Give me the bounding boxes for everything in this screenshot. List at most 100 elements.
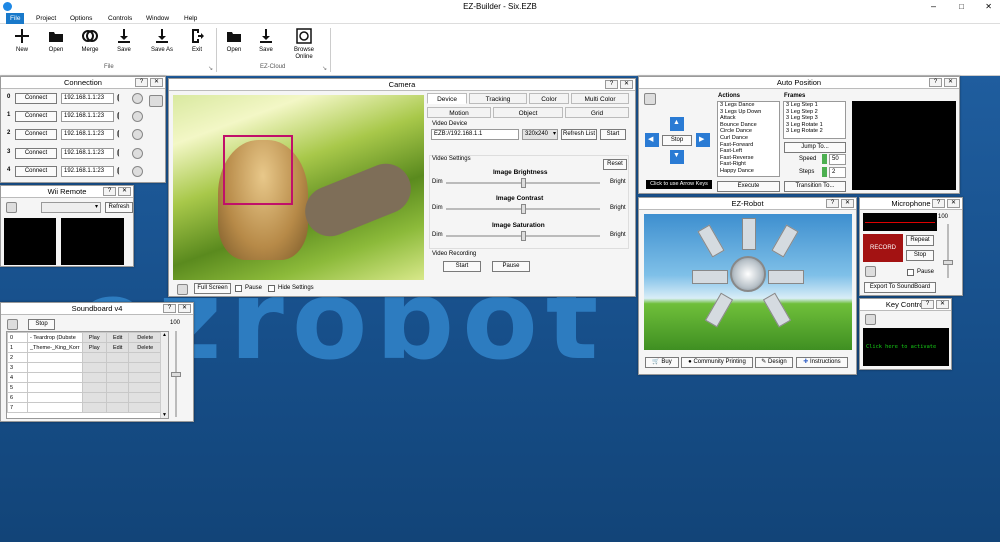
action-item[interactable]: 3 Legs Dance <box>720 102 779 109</box>
arrow-keys-hint[interactable]: Click to use Arrow Keys <box>646 180 712 189</box>
action-item[interactable]: 3 Legs Up Down <box>720 109 779 116</box>
actions-list[interactable]: 3 Legs Dance 3 Legs Up Down Attack Bounce D… <box>717 101 780 177</box>
tab-motion[interactable]: Motion <box>427 107 491 118</box>
repeat-button[interactable]: Repeat <box>906 235 934 246</box>
pause-checkbox[interactable] <box>235 285 242 292</box>
chevron-down-icon[interactable]: ▼ <box>162 412 167 418</box>
sound-name[interactable] <box>27 372 83 383</box>
menu-controls[interactable]: Controls <box>104 13 136 24</box>
refresh-button[interactable]: Refresh <box>105 202 133 213</box>
speed-stepper-icon[interactable] <box>822 154 827 164</box>
delete-button[interactable] <box>128 362 162 373</box>
play-button[interactable] <box>81 362 107 373</box>
help-icon[interactable]: ? <box>932 199 945 208</box>
delete-button[interactable] <box>128 382 162 393</box>
action-item[interactable]: Bounce Dance <box>720 122 779 129</box>
brightness-slider[interactable] <box>446 178 600 188</box>
edit-button[interactable]: Edit <box>105 332 130 343</box>
wii-device-select[interactable]: ▾ <box>41 202 101 213</box>
play-button[interactable] <box>81 402 107 413</box>
arrow-down-button[interactable]: ▼ <box>670 150 684 164</box>
tab-grid[interactable]: Grid <box>565 107 629 118</box>
play-button[interactable] <box>81 352 107 363</box>
help-icon[interactable]: ? <box>929 78 942 87</box>
sound-row[interactable]: 7 <box>7 402 162 413</box>
stop-button[interactable]: Stop <box>662 135 692 146</box>
buy-button[interactable]: 🛒 Buy <box>645 357 679 368</box>
browse-online-button[interactable]: Browse Online <box>288 28 320 61</box>
edit-button[interactable] <box>105 352 130 363</box>
connect-button[interactable]: Connect <box>15 93 57 104</box>
settings-gear-icon[interactable] <box>149 95 163 107</box>
save-button[interactable]: Save <box>111 28 137 53</box>
sound-row[interactable]: 1 _Theme-_King_Korr Play Edit Delete <box>7 342 162 353</box>
close-icon[interactable]: ✕ <box>947 199 960 208</box>
mic-volume-slider[interactable] <box>943 224 953 278</box>
close-icon[interactable]: ✕ <box>936 300 949 309</box>
merge-button[interactable]: Merge <box>77 28 103 53</box>
stop-button[interactable]: Stop <box>28 319 55 330</box>
frame-item[interactable]: 3 Leg Rotate 2 <box>786 128 845 135</box>
play-button[interactable] <box>81 372 107 383</box>
sound-row[interactable]: 3 <box>7 362 162 373</box>
connection-settings-icon[interactable] <box>132 129 143 141</box>
menu-options[interactable]: Options <box>66 13 96 24</box>
frame-item[interactable]: 3 Leg Step 3 <box>786 115 845 122</box>
action-item[interactable]: Fast-Reverse <box>720 155 779 162</box>
help-icon[interactable]: ? <box>605 80 618 89</box>
menu-file[interactable]: File <box>6 13 25 24</box>
edit-button[interactable] <box>105 362 130 373</box>
connection-settings-icon[interactable] <box>132 111 143 123</box>
close-icon[interactable]: ✕ <box>150 78 163 87</box>
maximize-icon[interactable]: □ <box>959 0 964 13</box>
record-start-button[interactable]: Start <box>443 261 481 272</box>
instructions-button[interactable]: ✚ Instructions <box>796 357 848 368</box>
sound-row[interactable]: 4 <box>7 372 162 383</box>
tab-tracking[interactable]: Tracking <box>469 93 527 104</box>
contrast-slider[interactable] <box>446 204 600 214</box>
key-control-activate-area[interactable]: Click here to activate <box>863 328 949 366</box>
execute-button[interactable]: Execute <box>717 181 780 192</box>
action-item[interactable]: Happy Dance <box>720 168 779 175</box>
delete-button[interactable]: Delete <box>128 332 162 343</box>
edit-button[interactable] <box>105 382 130 393</box>
close-icon[interactable]: ✕ <box>178 304 191 313</box>
steps-stepper-icon[interactable] <box>822 167 827 177</box>
close-icon[interactable]: ✕ <box>985 0 992 13</box>
ip-address-input[interactable]: 192.168.1.1:23 <box>61 129 114 141</box>
hide-settings-checkbox[interactable] <box>268 285 275 292</box>
ip-address-input[interactable]: 192.168.1.1:23 <box>61 93 114 104</box>
minimize-icon[interactable]: – <box>931 0 936 13</box>
record-pause-button[interactable]: Pause <box>492 261 530 272</box>
frames-list[interactable]: 3 Leg Step 13 Leg Step 23 Leg Step 3 3 Le… <box>783 101 846 139</box>
tab-device[interactable]: Device <box>427 93 467 104</box>
edit-button[interactable] <box>105 372 130 383</box>
edit-button[interactable] <box>105 402 130 413</box>
open-button[interactable]: Open <box>43 28 69 53</box>
frame-item[interactable]: 3 Leg Step 2 <box>786 109 845 116</box>
menu-window[interactable]: Window <box>142 13 173 24</box>
settings-gear-icon[interactable] <box>6 202 17 213</box>
connect-button[interactable]: Connect <box>15 165 57 177</box>
volume-slider[interactable] <box>171 331 181 417</box>
frame-item[interactable]: 3 Leg Step 1 <box>786 102 845 109</box>
tab-multi-color[interactable]: Multi Color <box>571 93 629 104</box>
help-icon[interactable]: ? <box>135 78 148 87</box>
sound-name[interactable]: _Theme-_King_Korr <box>27 342 83 353</box>
action-item[interactable]: Fast-Forward <box>720 142 779 149</box>
edit-button[interactable]: Edit <box>105 342 130 353</box>
help-icon[interactable]: ? <box>103 187 116 196</box>
close-icon[interactable]: ✕ <box>118 187 131 196</box>
sound-name[interactable] <box>27 392 83 403</box>
reset-button[interactable]: Reset <box>603 159 627 170</box>
connect-button[interactable]: Connect <box>15 111 57 123</box>
pause-checkbox[interactable] <box>907 269 914 276</box>
sound-row[interactable]: 6 <box>7 392 162 403</box>
dialog-launcher-icon[interactable]: ↘ <box>208 65 213 72</box>
community-printing-button[interactable]: ● Community Printing <box>681 357 753 368</box>
sound-row[interactable]: 5 <box>7 382 162 393</box>
delete-button[interactable] <box>128 372 162 383</box>
connection-settings-icon[interactable] <box>132 165 143 177</box>
settings-gear-icon[interactable] <box>865 314 876 325</box>
exit-button[interactable]: Exit <box>184 28 210 53</box>
